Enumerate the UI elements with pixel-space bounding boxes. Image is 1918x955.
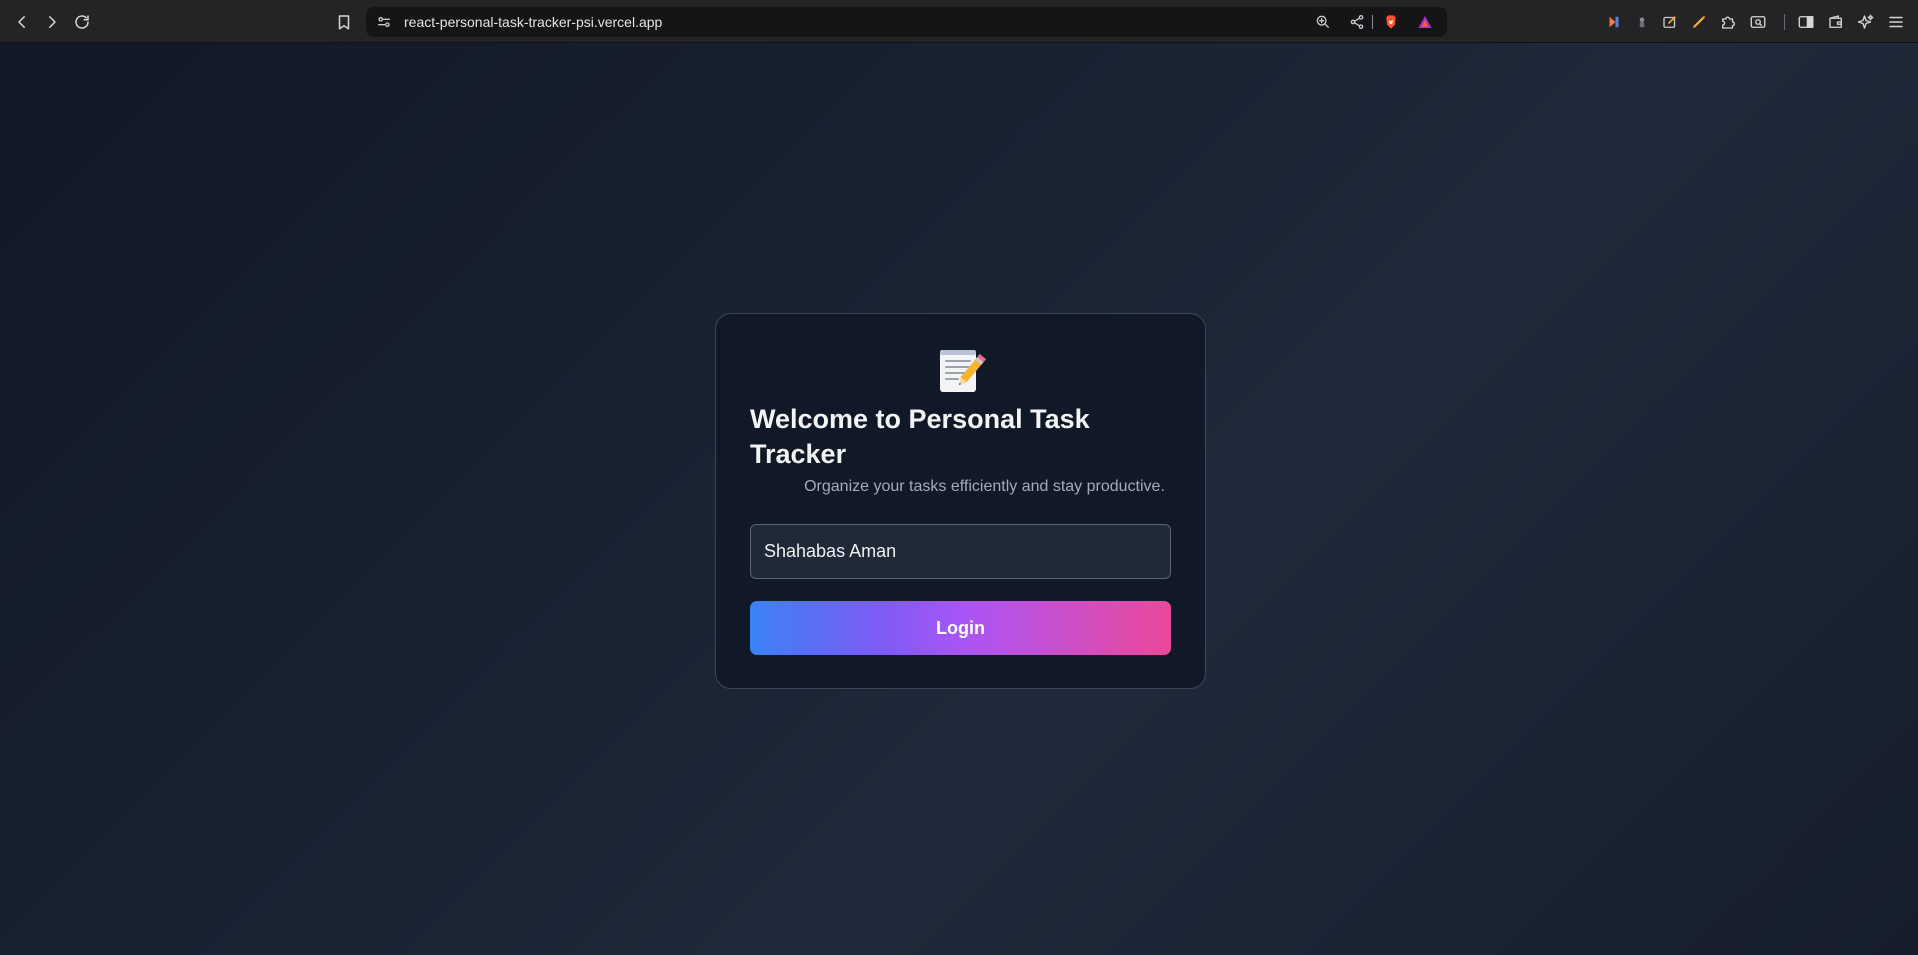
brave-rewards-icon[interactable] xyxy=(1416,13,1434,31)
welcome-subtitle: Organize your tasks efficiently and stay… xyxy=(804,478,1165,495)
url-text[interactable]: react-personal-task-tracker-psi.vercel.a… xyxy=(404,14,662,30)
forward-icon[interactable] xyxy=(39,9,65,35)
site-settings-icon[interactable] xyxy=(375,13,393,31)
brave-shields-icon[interactable] xyxy=(1382,13,1400,31)
toolbar-divider xyxy=(1784,14,1785,30)
extensions-puzzle-icon[interactable] xyxy=(1718,12,1738,32)
extension-b-icon[interactable] xyxy=(1632,12,1652,32)
name-input[interactable] xyxy=(750,524,1171,579)
back-icon[interactable] xyxy=(9,9,35,35)
reload-icon[interactable] xyxy=(69,9,95,35)
wallet-icon[interactable] xyxy=(1826,12,1846,32)
url-divider xyxy=(1372,15,1373,29)
browser-toolbar: react-personal-task-tracker-psi.vercel.a… xyxy=(0,0,1918,43)
memo-icon xyxy=(936,346,986,394)
extension-a-icon[interactable] xyxy=(1604,12,1624,32)
welcome-title: Welcome to Personal Task Tracker xyxy=(750,404,1090,469)
extension-d-icon[interactable] xyxy=(1689,12,1709,32)
extension-c-icon[interactable] xyxy=(1660,12,1680,32)
login-button[interactable]: Login xyxy=(750,601,1171,655)
page-background: Welcome to Personal Task Tracker Organiz… xyxy=(0,43,1918,955)
bookmark-icon[interactable] xyxy=(331,9,357,35)
zoom-icon[interactable] xyxy=(1314,13,1332,31)
address-bar[interactable]: react-personal-task-tracker-psi.vercel.a… xyxy=(366,7,1447,37)
login-card: Welcome to Personal Task Tracker Organiz… xyxy=(715,313,1206,689)
screenshot-icon[interactable] xyxy=(1748,12,1768,32)
leo-ai-icon[interactable] xyxy=(1856,12,1876,32)
menu-icon[interactable] xyxy=(1886,12,1906,32)
sidebar-icon[interactable] xyxy=(1796,12,1816,32)
share-icon[interactable] xyxy=(1348,13,1366,31)
